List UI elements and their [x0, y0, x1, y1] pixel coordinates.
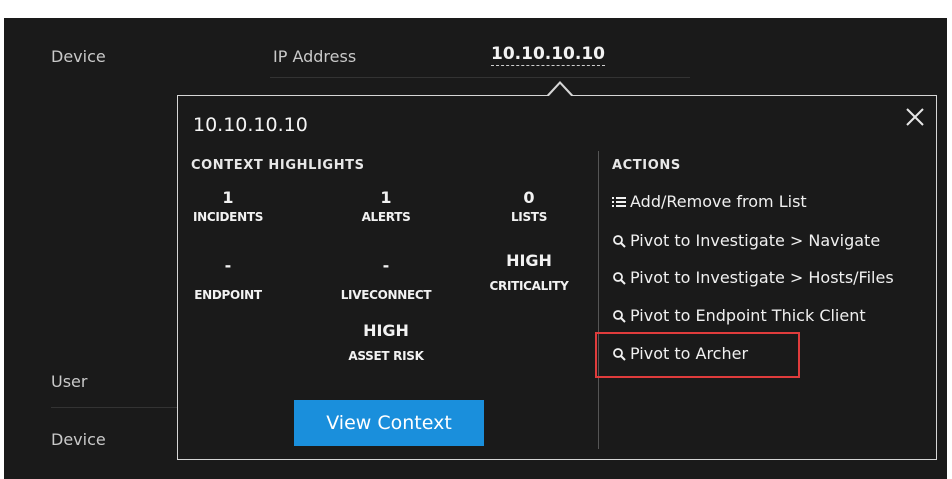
- stat-value: 1: [222, 188, 234, 207]
- device-label-2: Device: [51, 430, 106, 449]
- user-label: User: [51, 372, 88, 391]
- popover-title: 10.10.10.10: [193, 114, 308, 136]
- column-divider: [598, 151, 599, 449]
- stat-label: LIVECONNECT: [340, 288, 432, 302]
- stat-value: HIGH: [506, 251, 552, 270]
- action-pivot-endpoint-thick-client[interactable]: Pivot to Endpoint Thick Client: [612, 306, 866, 325]
- actions-heading: ACTIONS: [612, 158, 681, 173]
- stat-label: INCIDENTS: [192, 210, 264, 224]
- action-label: Pivot to Investigate > Hosts/Files: [630, 268, 894, 287]
- ip-address-value[interactable]: 10.10.10.10: [491, 44, 606, 66]
- row-divider: [51, 407, 177, 408]
- highlight-box: [595, 332, 800, 378]
- action-label: Add/Remove from List: [630, 192, 807, 211]
- context-popover: 10.10.10.10 CONTEXT HIGHLIGHTS 1 INCIDEN…: [177, 95, 937, 460]
- list-icon: [612, 196, 626, 207]
- context-highlights-heading: CONTEXT HIGHLIGHTS: [191, 158, 365, 173]
- action-label: Pivot to Endpoint Thick Client: [630, 306, 866, 325]
- stat-liveconnect[interactable]: - LIVECONNECT: [331, 256, 441, 302]
- action-pivot-investigate-navigate[interactable]: Pivot to Investigate > Navigate: [612, 231, 880, 250]
- stat-value: 1: [380, 188, 392, 207]
- stat-label: ENDPOINT: [194, 288, 262, 302]
- stat-incidents[interactable]: 1 INCIDENTS: [173, 188, 283, 224]
- stat-label: ASSET RISK: [348, 349, 424, 363]
- stat-asset-risk[interactable]: HIGH ASSET RISK: [331, 321, 441, 363]
- ip-address-label: IP Address: [273, 47, 357, 66]
- stat-lists[interactable]: 0 LISTS: [474, 188, 584, 224]
- search-icon: [613, 271, 626, 285]
- stat-label: ALERTS: [361, 210, 411, 224]
- row-divider: [270, 77, 690, 78]
- stat-value: HIGH: [363, 321, 409, 340]
- action-label: Pivot to Investigate > Navigate: [630, 231, 881, 250]
- close-icon[interactable]: [904, 106, 926, 128]
- screen: Device IP Address 10.10.10.10 User Devic…: [0, 0, 952, 479]
- popover-caret-inner: [548, 84, 572, 97]
- stat-value: -: [224, 256, 232, 275]
- stat-value: 0: [523, 188, 535, 207]
- stat-label: CRITICALITY: [489, 279, 569, 293]
- stat-criticality[interactable]: HIGH CRITICALITY: [474, 251, 584, 293]
- stat-endpoint[interactable]: - ENDPOINT: [173, 256, 283, 302]
- stat-value: -: [382, 256, 390, 275]
- search-icon: [613, 234, 626, 248]
- view-context-button[interactable]: View Context: [294, 400, 484, 446]
- action-pivot-investigate-hosts[interactable]: Pivot to Investigate > Hosts/Files: [612, 268, 894, 287]
- device-label: Device: [51, 47, 106, 66]
- stat-alerts[interactable]: 1 ALERTS: [331, 188, 441, 224]
- action-add-remove-list[interactable]: Add/Remove from List: [612, 192, 807, 211]
- stat-label: LISTS: [510, 210, 548, 224]
- search-icon: [613, 309, 626, 323]
